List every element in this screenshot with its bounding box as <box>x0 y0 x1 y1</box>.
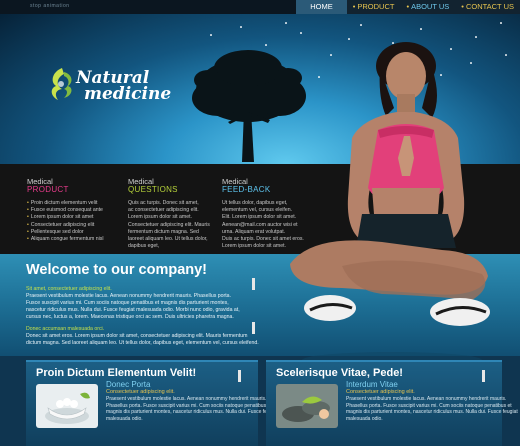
nav-about[interactable]: • ABOUT US <box>400 0 455 14</box>
box-title: Scelerisque Vitae, Pede! <box>276 367 403 379</box>
paragraph-highlight: Donec accumsan malesuada orci. <box>26 326 105 332</box>
box-subtitle: Donec Porta <box>106 380 151 389</box>
feature-box-2: Scelerisque Vitae, Pede! Interdum Vitae … <box>266 360 518 446</box>
box-tagline: Consectetuer adipiscing elit. <box>106 389 175 395</box>
column-subheading: QUESTIONS <box>128 185 178 194</box>
list-item[interactable]: • Aliquam congue fermentum nisl <box>27 236 117 243</box>
star <box>210 34 212 36</box>
page: stop animation HOME • PRODUCT • ABOUT US •… <box>0 0 520 446</box>
star <box>500 22 502 24</box>
welcome-paragraph-2: Donec accumsan malesuada orci. Donec sit… <box>26 326 276 347</box>
nav-home[interactable]: HOME <box>296 0 347 14</box>
stop-animation-link[interactable]: stop animation <box>30 3 70 9</box>
nav-contact-label: CONTACT US <box>465 2 514 11</box>
text-line: Donec sit amet eros. Lorem ipsum dolor s… <box>26 333 248 339</box>
text-line: dictum magna. Sed laoreet aliquam leo. U… <box>26 340 259 346</box>
box-title: Proin Dictum Elementum Velit! <box>36 367 197 379</box>
text-line: fermentum dictum magna. Sed <box>128 228 199 235</box>
spa-product-image <box>36 384 98 428</box>
text-line: nascetur ridiculus mus. Nulla dui. Fusce… <box>26 307 240 313</box>
text-line: Fusce suscipit varius mi. Cum sociis nat… <box>26 300 229 306</box>
logo[interactable]: Natural medicine <box>46 64 171 110</box>
top-bar: stop animation HOME • PRODUCT • ABOUT US •… <box>0 0 520 14</box>
paragraph-highlight: Sit amet, consectetuer adipiscing elit. <box>26 286 112 292</box>
bullet-icon: • <box>352 2 356 11</box>
star <box>300 32 302 34</box>
leaf-logo-icon <box>51 68 72 100</box>
column-medical-questions: Medical QUESTIONS Quis ac turpis. Donec … <box>128 178 218 250</box>
welcome-paragraph-1: Sit amet, consectetuer adipiscing elit. … <box>26 286 276 321</box>
list-item[interactable]: • Consectetuer adipiscing elit <box>27 222 117 229</box>
nav-about-label: ABOUT US <box>411 2 450 11</box>
main-nav: HOME • PRODUCT • ABOUT US • CONTACT US <box>296 0 520 14</box>
bullet-icon: • <box>406 2 410 11</box>
yoga-woman-image <box>290 42 490 368</box>
divider-bar <box>238 370 241 382</box>
star <box>265 44 267 46</box>
stones-thumbnail[interactable] <box>276 384 338 428</box>
text-line: Quis ac turpis. Donec sit amet, <box>128 200 199 206</box>
logo-text-medicine: medicine <box>84 84 172 104</box>
divider-bar <box>482 370 485 382</box>
spa-product-thumbnail[interactable] <box>36 384 98 428</box>
text-line: cursus nec, luctus a, lorem. Maecenas tr… <box>26 314 234 320</box>
nav-home-label: HOME <box>310 2 333 11</box>
column-text: Quis ac turpis. Donec sit amet, ac conse… <box>128 200 218 250</box>
welcome-title: Welcome to our company! <box>26 262 208 278</box>
text-line: Consectetuer adipiscing elit. Mauris <box>128 221 210 228</box>
text-line: laoreet aliquam leo. Ut tellus dolor, <box>128 236 208 243</box>
text-line: dapibus eget, <box>128 243 160 250</box>
text-line: ac consectetuer adipiscing elit. <box>128 207 199 214</box>
list-item[interactable]: • Pellentesque sed dolor <box>27 229 117 236</box>
star <box>420 28 422 30</box>
list-item[interactable]: • Proin dictum elementum velit <box>27 200 117 207</box>
nav-product-label: PRODUCT <box>357 2 395 11</box>
star <box>240 26 242 28</box>
list-item[interactable]: • Fusce euismod consequat ante <box>27 207 117 214</box>
box-subtitle: Interdum Vitae <box>346 380 398 389</box>
star <box>285 22 287 24</box>
column-subheading: PRODUCT <box>27 185 69 194</box>
box-text: Praesent vestibulum molestie lacus. Aene… <box>346 396 518 422</box>
star <box>360 24 362 26</box>
list-item[interactable]: • Lorem ipsum dolor sit amet <box>27 214 117 221</box>
nav-contact[interactable]: • CONTACT US <box>455 0 520 14</box>
column-list: • Proin dictum elementum velit • Fusce eui… <box>27 200 117 243</box>
column-medical-product: Medical PRODUCT • Proin dictum elementum … <box>27 178 117 243</box>
bullet-icon: • <box>461 2 464 11</box>
feature-box-1: Proin Dictum Elementum Velit! Donec Port… <box>26 360 278 446</box>
box-tagline: Consectetuer adipiscing elit. <box>346 389 415 395</box>
stones-image <box>276 384 338 428</box>
nav-product[interactable]: • PRODUCT <box>347 0 401 14</box>
text-line: Praesent vestibulum molestie lacus. Aene… <box>26 293 232 299</box>
text-line: Lorem ipsum dolor sit amet. <box>128 214 193 221</box>
box-text: Praesent vestibulum molestie lacus. Aene… <box>106 396 278 422</box>
